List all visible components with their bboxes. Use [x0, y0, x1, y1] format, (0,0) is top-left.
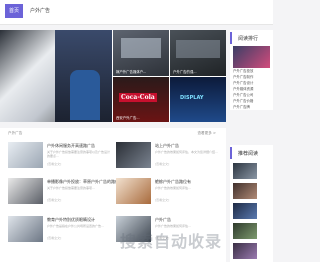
- article-card[interactable]: 站上户外广告 户外广告的效果如何评估，本文为您详细介绍... [查看全文]: [116, 142, 221, 170]
- read-more-link[interactable]: [查看全文]: [47, 162, 61, 166]
- ranking-sidebar: 阅读排行 户外广告投放 户外广告制作 户外广告设计 户外媒体资源 户外广告公司 …: [230, 30, 273, 110]
- section-heading: 户外广告: [8, 131, 23, 135]
- watermark-text: 搜索自动收录: [120, 232, 223, 251]
- article-title: 户外广告: [155, 217, 171, 222]
- article-title: 教育户外特别优质眼睛设计: [47, 217, 95, 222]
- recommended-thumb[interactable]: [233, 203, 257, 219]
- article-card[interactable]: 单播影像户外投放：草原户外广告的路位互动 关于户外广告投放需要注意的事项... …: [8, 178, 127, 206]
- article-thumbnail: [116, 142, 151, 168]
- ranking-title: 阅读排行: [230, 32, 273, 44]
- hero-caption-1: 嫁户外广告媒体户...: [116, 70, 147, 74]
- recommended-sidebar: 推荐阅读: [230, 145, 273, 262]
- top-nav: 首页 户外广告: [0, 0, 273, 25]
- read-more-link[interactable]: [查看全文]: [155, 198, 169, 202]
- hero-section: 嫁户外广告媒体户... 户外广告的强... Coca-Cola 西安户外广告..…: [0, 30, 226, 122]
- hero-tile-2[interactable]: 户外广告的强...: [170, 30, 226, 76]
- article-title: 蟾蜍户外广告路位有: [155, 179, 191, 184]
- article-thumbnail: [116, 178, 151, 204]
- hero-caption-2: 户外广告的强...: [173, 70, 197, 74]
- article-card[interactable]: 蟾蜍户外广告路位有 户外广告的效果如何评估... [查看全文]: [116, 178, 221, 206]
- article-card[interactable]: 教育户外特别优质眼睛设计 户外广告是指在户外公共场所设置的广告... [查看全文…: [8, 216, 113, 244]
- view-more-link[interactable]: 查看更多 >: [197, 131, 216, 136]
- recommended-thumb[interactable]: [233, 243, 257, 259]
- article-desc: 户外广告的效果如何评估，本文为您详细介绍...: [155, 150, 218, 154]
- recommended-title: 推荐阅读: [230, 147, 273, 159]
- ranking-item[interactable]: 户外广告牌: [233, 104, 273, 110]
- article-card[interactable]: 户外休闲服务开高速路广告 关于户外广告投放需要注意的事项以及广告设计的要点...…: [8, 142, 113, 170]
- article-title: 站上户外广告: [155, 143, 179, 148]
- article-desc: 关于户外广告投放需要注意的事项...: [47, 186, 95, 190]
- coca-cola-sign: Coca-Cola: [119, 93, 157, 102]
- ranking-thumb[interactable]: [233, 46, 270, 68]
- article-thumbnail: [8, 216, 43, 242]
- nav-home-link[interactable]: 首页: [5, 4, 23, 18]
- article-title: 户外休闲服务开高速路广告: [47, 143, 95, 148]
- read-more-link[interactable]: [查看全文]: [47, 236, 61, 240]
- article-desc: 户外广告的效果如何评估...: [155, 186, 191, 190]
- recommended-thumb[interactable]: [233, 223, 257, 239]
- article-title: 单播影像户外投放：草原户外广告的路位互动: [47, 179, 127, 184]
- hero-tile-1[interactable]: 嫁户外广告媒体户...: [113, 30, 169, 76]
- read-more-link[interactable]: [查看全文]: [155, 162, 169, 166]
- recommended-thumb[interactable]: [233, 183, 257, 199]
- ranking-list: 户外广告投放 户外广告制作 户外广告设计 户外媒体资源 户外广告公司 户外广告价…: [230, 68, 273, 110]
- article-desc: 关于户外广告投放需要注意的事项以及广告设计的要点...: [47, 150, 111, 158]
- article-thumbnail: [8, 178, 43, 204]
- article-desc: 户外广告是指在户外公共场所设置的广告...: [47, 224, 104, 228]
- display-sign: DISPLAY: [180, 95, 204, 101]
- hero-caption-3: 西安户外广告...: [116, 116, 140, 120]
- nav-outdoor-ads-link[interactable]: 户外广告: [30, 4, 50, 18]
- hero-banner[interactable]: [0, 30, 112, 122]
- recommended-thumb[interactable]: [233, 163, 257, 179]
- read-more-link[interactable]: [查看全文]: [47, 198, 61, 202]
- article-thumbnail: [8, 142, 43, 168]
- hero-tile-4[interactable]: DISPLAY: [170, 77, 226, 122]
- hero-tile-3[interactable]: Coca-Cola 西安户外广告...: [113, 77, 169, 122]
